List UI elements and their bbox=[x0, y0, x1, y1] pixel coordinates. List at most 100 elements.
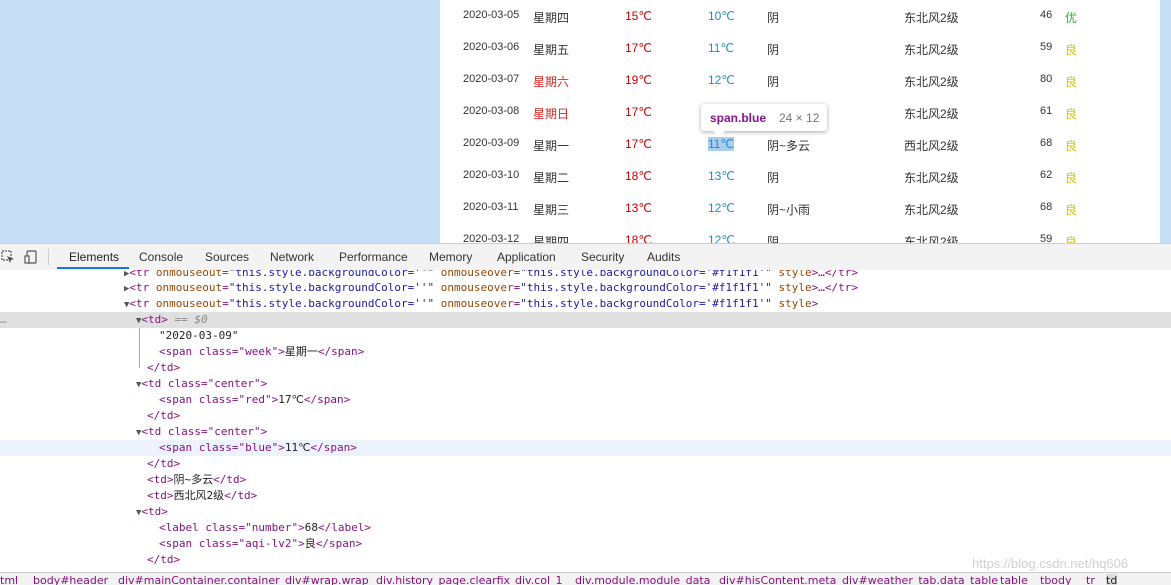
aqi-level-cell: 良 bbox=[1065, 43, 1078, 57]
condition-cell: 阴 bbox=[767, 235, 780, 243]
breadcrumb-item[interactable]: tr bbox=[1086, 574, 1095, 585]
dom-node-td-close[interactable]: </td> bbox=[0, 360, 1171, 376]
high-temp-cell: 19℃ bbox=[625, 73, 652, 87]
low-temp-cell: 13℃ bbox=[708, 169, 735, 183]
breadcrumb-item[interactable]: div.module.module_data bbox=[575, 574, 710, 585]
dom-node-td-center[interactable]: ▼<td class="center"> bbox=[0, 424, 1171, 440]
dom-node-label-number[interactable]: <label class="number">68</label> bbox=[0, 520, 1171, 536]
tab-application[interactable]: Application bbox=[497, 250, 556, 264]
dom-node-tr[interactable]: ▶<tr onmouseout="this.style.backgroundCo… bbox=[0, 280, 1171, 296]
toolbar-separator bbox=[48, 249, 49, 265]
dom-node-span-aqi[interactable]: <span class="aqi-lv2">良</span> bbox=[0, 536, 1171, 552]
date-cell: 2020-03-10 bbox=[463, 169, 520, 181]
dom-node-tr-expanded[interactable]: ▼<tr onmouseout="this.style.backgroundCo… bbox=[0, 296, 1171, 312]
date-cell: 2020-03-06 bbox=[463, 41, 520, 53]
aqi-number-cell: 68 bbox=[1040, 137, 1053, 149]
dom-node-td-condition[interactable]: <td>阴~多云</td> bbox=[0, 472, 1171, 488]
table-row[interactable]: 2020-03-09 星期一 17℃ 11℃ 阴~多云 西北风2级 68 良 bbox=[440, 128, 1160, 160]
condition-cell: 阴~多云 bbox=[767, 139, 811, 153]
device-toolbar-icon[interactable] bbox=[24, 250, 38, 267]
table-row[interactable]: 2020-03-05 星期四 15℃ 10℃ 阴 东北风2级 46 优 bbox=[440, 0, 1160, 32]
table-row[interactable]: 2020-03-12 星期四 18℃ 12℃ 阴 东北风2级 59 良 bbox=[440, 224, 1160, 243]
inspect-element-icon[interactable] bbox=[1, 250, 15, 267]
aqi-number-cell: 46 bbox=[1040, 9, 1053, 21]
condition-cell: 阴~小雨 bbox=[767, 203, 811, 217]
breadcrumb-item[interactable]: div#wrap.wrap bbox=[285, 574, 369, 585]
dom-node-span-week[interactable]: <span class="week">星期一</span> bbox=[0, 344, 1171, 360]
wind-cell: 东北风2级 bbox=[904, 107, 959, 121]
date-cell: 2020-03-09 bbox=[463, 137, 520, 149]
weekday-cell: 星期五 bbox=[533, 43, 570, 57]
high-temp-cell: 15℃ bbox=[625, 9, 652, 23]
tab-audits[interactable]: Audits bbox=[647, 250, 680, 264]
date-cell: 2020-03-12 bbox=[463, 233, 520, 243]
breadcrumb-item[interactable]: body#header bbox=[33, 574, 108, 585]
low-temp-cell: 11℃ bbox=[708, 41, 734, 55]
table-row[interactable]: 2020-03-07 星期六 19℃ 12℃ 阴 东北风2级 80 良 bbox=[440, 64, 1160, 96]
dom-node-td-selected[interactable]: … ▼<td> == $0 bbox=[0, 312, 1171, 328]
aqi-level-cell: 良 bbox=[1065, 171, 1078, 185]
aqi-level-cell: 良 bbox=[1065, 139, 1078, 153]
tab-console[interactable]: Console bbox=[139, 250, 183, 264]
tab-memory[interactable]: Memory bbox=[429, 250, 472, 264]
dom-node-td-close[interactable]: </td> bbox=[0, 456, 1171, 472]
tab-network[interactable]: Network bbox=[270, 250, 314, 264]
tab-elements[interactable]: Elements bbox=[69, 250, 119, 264]
low-temp-cell-highlighted[interactable]: 11℃ bbox=[708, 137, 734, 151]
breadcrumb-item-current[interactable]: td bbox=[1106, 574, 1118, 585]
weekday-cell: 星期三 bbox=[533, 203, 570, 217]
high-temp-cell: 18℃ bbox=[625, 233, 652, 243]
wind-cell: 东北风2级 bbox=[904, 235, 959, 243]
breadcrumb-item[interactable]: div#hisContent.meta bbox=[719, 574, 836, 585]
tooltip-size: 24 × 12 bbox=[779, 111, 820, 125]
table-row[interactable]: 2020-03-10 星期二 18℃ 13℃ 阴 东北风2级 62 良 bbox=[440, 160, 1160, 192]
breadcrumb-item[interactable]: table bbox=[1000, 574, 1028, 585]
dom-node-td-center[interactable]: ▼<td class="center"> bbox=[0, 376, 1171, 392]
page-viewport: 2020-03-05 星期四 15℃ 10℃ 阴 东北风2级 46 优 2020… bbox=[0, 0, 1171, 243]
breadcrumb-item[interactable]: div.col_1 bbox=[515, 574, 563, 585]
wind-cell: 东北风2级 bbox=[904, 11, 959, 25]
table-row[interactable]: 2020-03-06 星期五 17℃ 11℃ 阴 东北风2级 59 良 bbox=[440, 32, 1160, 64]
table-row[interactable]: 2020-03-11 星期三 13℃ 12℃ 阴~小雨 东北风2级 68 良 bbox=[440, 192, 1160, 224]
low-temp-cell: 12℃ bbox=[708, 201, 735, 215]
watermark-url: https://blog.csdn.net/hq606 bbox=[972, 556, 1129, 571]
tab-security[interactable]: Security bbox=[581, 250, 624, 264]
high-temp-cell: 17℃ bbox=[625, 41, 652, 55]
aqi-level-cell: 良 bbox=[1065, 75, 1078, 89]
breadcrumb-item[interactable]: tbody bbox=[1040, 574, 1072, 585]
tab-sources[interactable]: Sources bbox=[205, 250, 249, 264]
dom-node-td-aqi[interactable]: ▼<td> bbox=[0, 504, 1171, 520]
aqi-level-cell: 良 bbox=[1065, 235, 1078, 243]
low-temp-cell: 12℃ bbox=[708, 233, 735, 243]
low-temp-cell: 10℃ bbox=[708, 9, 735, 23]
condition-cell: 阴 bbox=[767, 75, 780, 89]
dom-node-td-close[interactable]: </td> bbox=[0, 408, 1171, 424]
breadcrumb-item[interactable]: div#mainContainer.container bbox=[118, 574, 280, 585]
aqi-level-cell: 良 bbox=[1065, 203, 1078, 217]
tooltip-selector: span.blue bbox=[710, 111, 767, 125]
inspect-tooltip: span.blue 24 × 12 bbox=[701, 104, 827, 137]
tab-performance[interactable]: Performance bbox=[339, 250, 408, 264]
aqi-number-cell: 62 bbox=[1040, 169, 1053, 181]
breadcrumb-item[interactable]: div#weather_tab.data_table bbox=[842, 574, 998, 585]
date-cell: 2020-03-07 bbox=[463, 73, 520, 85]
aqi-number-cell: 80 bbox=[1040, 73, 1053, 85]
aqi-number-cell: 59 bbox=[1040, 233, 1053, 243]
breadcrumb-item[interactable]: tml bbox=[0, 574, 18, 585]
wind-cell: 东北风2级 bbox=[904, 171, 959, 185]
dom-text-node[interactable]: "2020-03-09" bbox=[0, 328, 1171, 344]
condition-cell: 阴 bbox=[767, 43, 780, 57]
dom-node-td-wind[interactable]: <td>西北风2级</td> bbox=[0, 488, 1171, 504]
weekday-cell: 星期六 bbox=[533, 75, 570, 89]
selection-ellipsis: … bbox=[0, 313, 7, 326]
date-cell: 2020-03-11 bbox=[463, 201, 519, 213]
dom-node-span-blue-hovered[interactable]: <span class="blue">11℃</span> bbox=[0, 440, 1171, 456]
high-temp-cell: 17℃ bbox=[625, 137, 652, 151]
dom-node-span-red[interactable]: <span class="red">17℃</span> bbox=[0, 392, 1171, 408]
breadcrumb-item[interactable]: div.history_page.clearfix bbox=[376, 574, 510, 585]
weekday-cell: 星期四 bbox=[533, 235, 570, 243]
tooltip-arrow bbox=[713, 131, 725, 137]
active-tab-indicator bbox=[57, 267, 129, 269]
low-temp-cell: 12℃ bbox=[708, 73, 735, 87]
weekday-cell: 星期二 bbox=[533, 171, 570, 185]
